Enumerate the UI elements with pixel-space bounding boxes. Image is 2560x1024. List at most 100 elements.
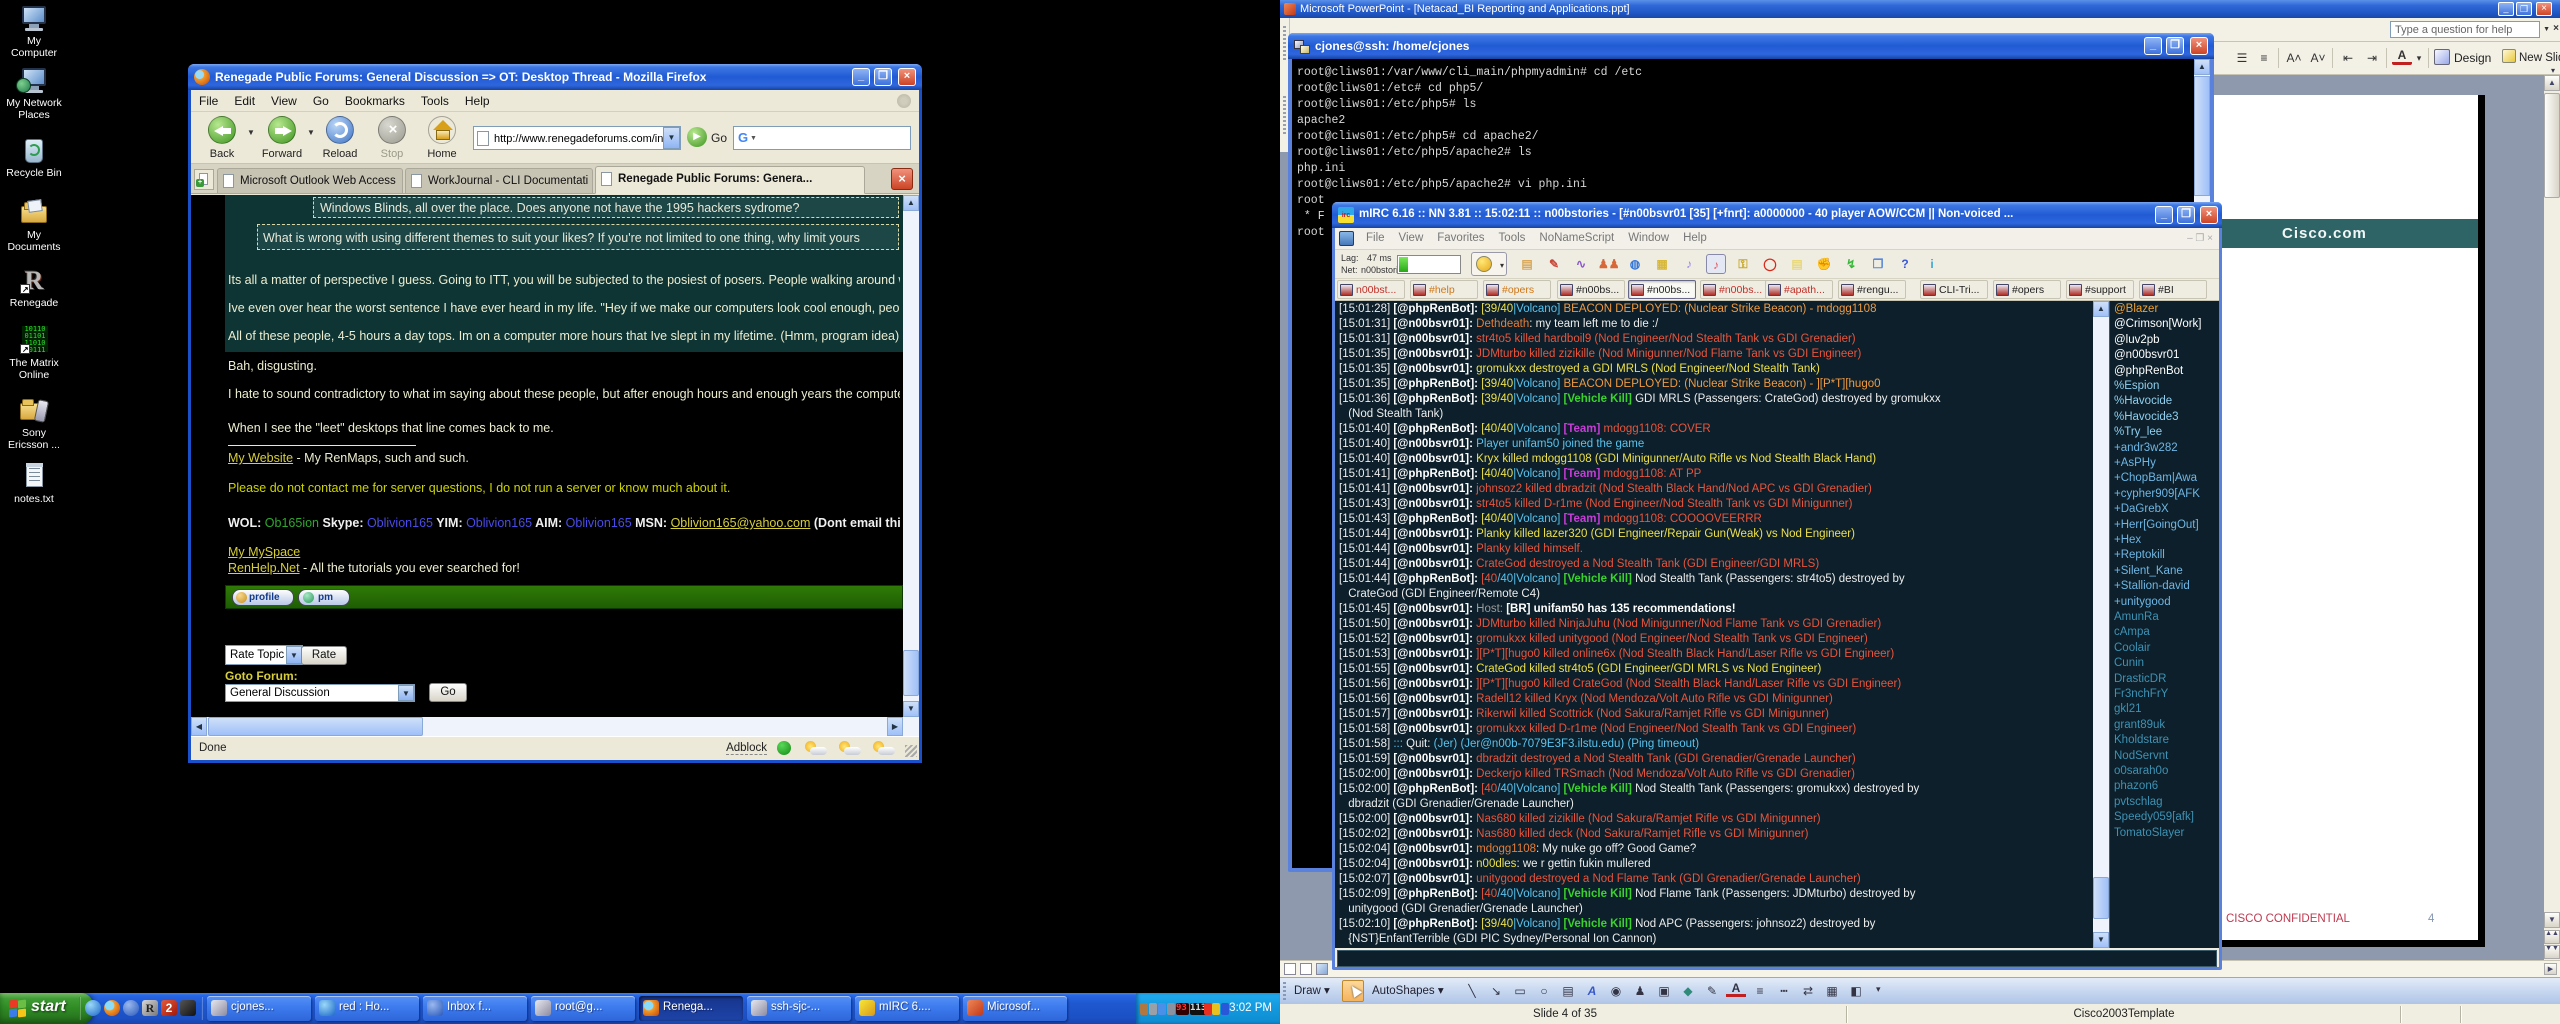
mute-icon[interactable]: ♪	[1706, 254, 1726, 274]
next-slide-button[interactable]: ▼▼	[2544, 945, 2560, 959]
arrow-icon[interactable]: ↘	[1486, 982, 1506, 1000]
channel-button-8[interactable]: #rengu...	[1838, 280, 1906, 299]
taskbar-button-4[interactable]: root@g...	[531, 996, 635, 1021]
nick-item[interactable]: cAmpa	[2114, 626, 2150, 638]
nick-item[interactable]: phazon6	[2114, 780, 2158, 792]
nick-item[interactable]: @Crimson[Work]	[2114, 318, 2202, 330]
desktop-icon-renegade[interactable]: R↗Renegade	[4, 266, 64, 324]
reload-button[interactable]: Reload	[317, 114, 363, 162]
arrow-style-icon[interactable]: ⇄	[1798, 982, 1818, 1000]
nick-item[interactable]: o0sarah0o	[2114, 765, 2168, 777]
numbering-icon[interactable]: ≡	[2254, 48, 2274, 68]
clipart-icon[interactable]: ♟	[1630, 982, 1650, 1000]
scroll-down-button[interactable]: ▼	[903, 701, 919, 717]
nick-item[interactable]: %Try_lee	[2114, 426, 2162, 438]
tray-seg93-icon[interactable]: 93	[1176, 1003, 1189, 1015]
nick-item[interactable]: %Havocide3	[2114, 411, 2179, 423]
taskbar-button-2[interactable]: red : Ho...	[315, 996, 419, 1021]
ppt-scroll-down[interactable]: ▼	[2544, 912, 2560, 928]
channel-button-11[interactable]: #support	[2066, 280, 2134, 299]
normal-view-button[interactable]	[1284, 963, 1296, 975]
stop-button[interactable]: ×Stop	[369, 114, 415, 162]
close-button[interactable]: ×	[898, 68, 916, 86]
wordart-icon[interactable]: A	[1582, 982, 1602, 1000]
forward-dropdown[interactable]: ▼	[307, 128, 315, 137]
back-button[interactable]: Back	[199, 114, 245, 162]
desktop-icon-my-network-places[interactable]: My Network Places	[4, 66, 64, 124]
pm-button[interactable]: pm	[298, 589, 350, 606]
terminal-maximize-button[interactable]: ❐	[2166, 37, 2184, 55]
nick-item[interactable]: Kholdstare	[2114, 734, 2169, 746]
chat-scroll-down[interactable]: ▼	[2093, 932, 2109, 948]
rectangle-icon[interactable]: ▭	[1510, 982, 1530, 1000]
content-hscrollbar[interactable]: ◀▶	[191, 717, 919, 736]
channel-button-1[interactable]: n00bst...	[1337, 280, 1405, 299]
nick-item[interactable]: +Reptokill	[2114, 549, 2165, 561]
home-button[interactable]: Home	[419, 114, 465, 162]
quicklaunch-msn[interactable]	[85, 1000, 101, 1016]
mirc-maximize-button[interactable]: ❐	[2177, 206, 2195, 224]
tray-bluetooth-icon[interactable]	[1221, 1003, 1229, 1015]
bullets-icon[interactable]: ☰	[2232, 48, 2252, 68]
users-icon[interactable]: ♟♟	[1598, 254, 1618, 274]
rate-topic-select[interactable]: Rate Topic▼	[225, 645, 303, 665]
nick-item[interactable]: Cunin	[2114, 657, 2144, 669]
maximize-button[interactable]: ❐	[874, 68, 892, 86]
slap-icon[interactable]: ✊	[1814, 254, 1834, 274]
script2-icon[interactable]: ↯	[1841, 254, 1861, 274]
terminal-close-button[interactable]: ×	[2190, 37, 2208, 55]
hscroll-right-arrow[interactable]: ▶	[2544, 963, 2557, 975]
connect-button[interactable]: ▾	[1471, 252, 1507, 276]
ppt-close-button[interactable]: ×	[2536, 2, 2552, 16]
threed-icon[interactable]: ◧	[1846, 982, 1866, 1000]
channel-button-6[interactable]: #n00bs...	[1700, 280, 1768, 299]
quicklaunch-thunderbird[interactable]	[123, 1000, 139, 1016]
nick-item[interactable]: pvtschlag	[2114, 796, 2163, 808]
nick-item[interactable]: +ChopBam|Awa	[2114, 472, 2197, 484]
nick-item[interactable]: +Silent_Kane	[2114, 565, 2183, 577]
slide-vscrollbar[interactable]: ▲▼▲▲▼▼	[2544, 75, 2560, 960]
tray-volume-icon[interactable]	[1212, 1003, 1220, 1015]
url-dropdown-button[interactable]: ▼	[663, 127, 680, 149]
minimize-button[interactable]: _	[852, 68, 870, 86]
tab-close-button[interactable]: ×	[891, 168, 913, 190]
quicklaunch-launcher[interactable]	[180, 1000, 196, 1016]
menu-edit[interactable]: Edit	[226, 90, 263, 108]
nick-item[interactable]: @Blazer	[2114, 303, 2158, 315]
key-icon[interactable]: ⚿	[1733, 254, 1753, 274]
script-icon[interactable]: ✎	[1544, 254, 1564, 274]
tab-3[interactable]: Renegade Public Forums: Genera...	[595, 166, 865, 194]
go-button[interactable]: ▶Go	[687, 126, 727, 150]
dash-style-icon[interactable]: ┅	[1774, 982, 1794, 1000]
extension-status-icon[interactable]	[777, 741, 791, 755]
nick-item[interactable]: DrasticDR	[2114, 673, 2166, 685]
channel-button-2[interactable]: #help	[1410, 280, 1478, 299]
line-style-icon[interactable]: ≡	[1750, 982, 1770, 1000]
nick-item[interactable]: +Stallion-david	[2114, 580, 2190, 592]
increase-indent-icon[interactable]: ⇥	[2362, 48, 2382, 68]
search-box[interactable]: G▼	[733, 126, 911, 150]
menu-bookmarks[interactable]: Bookmarks	[337, 90, 413, 108]
tab-list-icon[interactable]: +	[194, 169, 214, 190]
firefox-titlebar[interactable]: Renegade Public Forums: General Discussi…	[188, 64, 922, 90]
terminal-titlebar[interactable]: cjones@ssh: /home/cjones_❐×	[1288, 33, 2214, 59]
tray-net-icon[interactable]	[1158, 1003, 1166, 1015]
nick-item[interactable]: +andr3w282	[2114, 442, 2178, 454]
draw-menu-button[interactable]: Draw ▾	[1290, 982, 1334, 1000]
slideshow-button[interactable]	[1316, 963, 1328, 975]
goto-go-button[interactable]: Go	[429, 683, 467, 702]
mirc-titlebar[interactable]: ircmIRC 6.16 :: NN 3.81 :: 15:02:11 :: n…	[1332, 202, 2222, 228]
quicklaunch-firefox[interactable]	[104, 1000, 120, 1016]
globe-icon[interactable]: ◍	[1625, 254, 1645, 274]
increase-font-icon[interactable]: A˄	[2284, 48, 2304, 68]
channel-button-10[interactable]: #opers	[1993, 280, 2061, 299]
chat-scroll-thumb[interactable]	[2093, 877, 2109, 919]
taskbar-button-5[interactable]: Renega...	[639, 996, 743, 1021]
ppt-restore-button[interactable]: ❐	[2516, 2, 2532, 16]
autoshapes-menu-button[interactable]: AutoShapes ▾	[1372, 982, 1456, 1000]
nick-item[interactable]: @luv2pb	[2114, 334, 2160, 346]
scroll-up-button[interactable]: ▲	[903, 195, 919, 211]
menubar-close-icon[interactable]: ×	[2553, 23, 2559, 34]
nick-item[interactable]: @phpRenBot	[2114, 365, 2183, 377]
textbox-icon[interactable]: ▤	[1558, 982, 1578, 1000]
